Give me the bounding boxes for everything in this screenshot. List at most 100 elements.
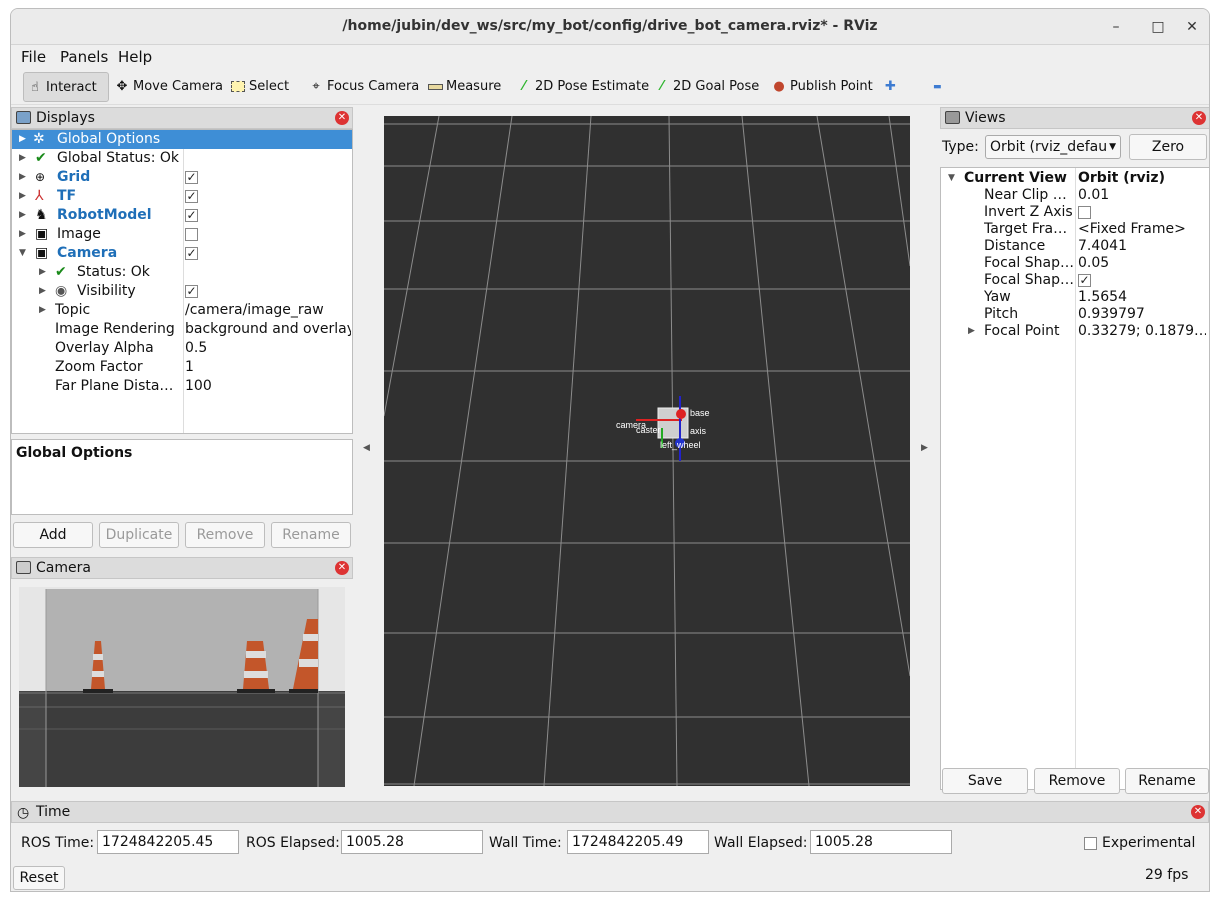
duplicate-display-button[interactable]: Duplicate: [99, 522, 179, 548]
reset-button[interactable]: Reset: [13, 866, 65, 890]
visibility-checkbox[interactable]: ✓: [185, 285, 198, 298]
view-type-label: Type:: [942, 139, 979, 155]
display-grid[interactable]: ▶ ⊕ Grid ✓: [12, 168, 352, 187]
close-panel-icon[interactable]: ✕: [1191, 805, 1205, 819]
camera-topic[interactable]: ▶ Topic /camera/image_raw: [12, 301, 352, 320]
camera-image-rendering[interactable]: Image Rendering background and overlay: [12, 320, 352, 339]
monitor-icon: [16, 111, 31, 124]
remove-tool-button[interactable]: ▬: [931, 72, 942, 102]
frame-label-axis: axis: [690, 426, 707, 436]
menu-bar: File Panels Help: [11, 45, 1209, 69]
close-panel-icon[interactable]: ✕: [1192, 111, 1206, 125]
image-enable-checkbox[interactable]: [185, 228, 198, 241]
axes-icon: ⅄: [35, 188, 44, 204]
fps-label: 29 fps: [1145, 867, 1189, 883]
camera-visibility[interactable]: ▶ ◉ Visibility ✓: [12, 282, 352, 301]
remove-display-button[interactable]: Remove: [185, 522, 265, 548]
time-title: Time: [36, 804, 71, 820]
move-camera-tool[interactable]: ✥ Move Camera: [111, 72, 223, 102]
focus-camera-tool[interactable]: ⌖ Focus Camera: [305, 72, 419, 102]
crosshair-icon: ⌖: [312, 79, 320, 94]
move-icon: ✥: [116, 79, 128, 94]
ros-elapsed-field[interactable]: 1005.28: [341, 830, 483, 854]
views-title: Views: [965, 110, 1006, 126]
camera-image: [19, 587, 345, 787]
interact-tool[interactable]: ☝ Interact: [23, 72, 109, 102]
camera-far-plane[interactable]: Far Plane Dista… 100: [12, 377, 352, 396]
camera-view: [11, 579, 353, 787]
goal-pose-tool[interactable]: ⁄ 2D Goal Pose: [651, 72, 759, 102]
invert-z-checkbox[interactable]: [1078, 206, 1091, 219]
camera-enable-checkbox[interactable]: ✓: [185, 247, 198, 260]
minimize-button[interactable]: –: [1105, 16, 1127, 38]
camera-icon: [945, 111, 960, 124]
display-global-options[interactable]: ▶ ✲ Global Options: [12, 130, 352, 149]
publish-point-tool[interactable]: ● Publish Point: [768, 72, 872, 102]
display-image[interactable]: ▶ ▣ Image: [12, 225, 352, 244]
robotmodel-enable-checkbox[interactable]: ✓: [185, 209, 198, 222]
save-view-button[interactable]: Save: [942, 768, 1028, 794]
menu-help[interactable]: Help: [118, 48, 152, 66]
camera-zoom-factor[interactable]: Zoom Factor 1: [12, 358, 352, 377]
collapse-arrow-icon[interactable]: ▼: [19, 244, 26, 263]
close-panel-icon[interactable]: ✕: [335, 111, 349, 125]
wall-elapsed-field[interactable]: 1005.28: [810, 830, 952, 854]
display-camera[interactable]: ▼ ▣ Camera ✓: [12, 244, 352, 263]
pose-estimate-tool[interactable]: ⁄ 2D Pose Estimate: [513, 72, 649, 102]
clock-icon: ◷: [17, 805, 30, 821]
camera-overlay-alpha[interactable]: Overlay Alpha 0.5: [12, 339, 352, 358]
camera-panel-header: Camera ✕: [11, 557, 353, 579]
collapse-left-arrow-icon[interactable]: ◀: [363, 443, 370, 453]
measure-tool[interactable]: Measure: [424, 72, 501, 102]
focal-shape-checkbox[interactable]: ✓: [1078, 274, 1091, 287]
expand-arrow-icon[interactable]: ▶: [39, 282, 46, 301]
hand-icon: ☝: [31, 80, 39, 95]
ros-time-field[interactable]: 1724842205.45: [97, 830, 239, 854]
image-rendering-value[interactable]: background and overlay: [185, 320, 351, 339]
zoom-factor-value[interactable]: 1: [185, 358, 351, 377]
add-tool-button[interactable]: ✚: [883, 72, 896, 102]
menu-panels[interactable]: Panels: [60, 48, 108, 66]
far-plane-value[interactable]: 100: [185, 377, 351, 396]
overlay-alpha-value[interactable]: 0.5: [185, 339, 351, 358]
grid-enable-checkbox[interactable]: ✓: [185, 171, 198, 184]
rename-view-button[interactable]: Rename: [1125, 768, 1209, 794]
camera-status[interactable]: ▶ ✔ Status: Ok: [12, 263, 352, 282]
camera-icon: [16, 561, 31, 574]
close-window-button[interactable]: ✕: [1181, 16, 1203, 38]
add-display-button[interactable]: Add: [13, 522, 93, 548]
topic-value[interactable]: /camera/image_raw: [185, 301, 351, 320]
wall-time-field[interactable]: 1724842205.49: [567, 830, 709, 854]
display-global-status[interactable]: ▶ ✔ Global Status: Ok: [12, 149, 352, 168]
expand-arrow-icon[interactable]: ▶: [19, 206, 26, 225]
collapse-right-arrow-icon[interactable]: ▶: [921, 443, 928, 453]
expand-arrow-icon[interactable]: ▶: [968, 322, 975, 341]
remove-view-button[interactable]: Remove: [1034, 768, 1120, 794]
expand-arrow-icon[interactable]: ▶: [19, 187, 26, 206]
expand-arrow-icon[interactable]: ▶: [19, 149, 26, 168]
close-panel-icon[interactable]: ✕: [335, 561, 349, 575]
chevron-down-icon: ▼: [1109, 142, 1116, 152]
zero-view-button[interactable]: Zero: [1129, 134, 1207, 160]
rename-display-button[interactable]: Rename: [271, 522, 351, 548]
view-prop-focal-point[interactable]: ▶ Focal Point 0.33279; 0.1879…: [941, 322, 1209, 341]
expand-arrow-icon[interactable]: ▶: [39, 301, 46, 320]
camera-icon: ▣: [35, 245, 49, 261]
menu-file[interactable]: File: [21, 48, 46, 66]
display-tf[interactable]: ▶ ⅄ TF ✓: [12, 187, 352, 206]
views-panel-header: Views ✕: [940, 107, 1209, 129]
maximize-button[interactable]: □: [1147, 16, 1169, 38]
3d-viewport[interactable]: camera caster left_wheel base axis: [384, 116, 910, 786]
view-type-dropdown[interactable]: Orbit (rviz_defau ▼: [985, 135, 1121, 159]
select-icon: [229, 72, 247, 102]
experimental-checkbox[interactable]: [1084, 837, 1097, 850]
time-panel-header: ◷ Time ✕: [11, 801, 1209, 823]
expand-arrow-icon[interactable]: ▶: [19, 168, 26, 187]
frame-label-left-wheel: left_wheel: [660, 440, 701, 450]
expand-arrow-icon[interactable]: ▶: [19, 130, 26, 149]
expand-arrow-icon[interactable]: ▶: [19, 225, 26, 244]
expand-arrow-icon[interactable]: ▶: [39, 263, 46, 282]
display-robotmodel[interactable]: ▶ ♞ RobotModel ✓: [12, 206, 352, 225]
tf-enable-checkbox[interactable]: ✓: [185, 190, 198, 203]
select-tool[interactable]: Select: [227, 72, 289, 102]
